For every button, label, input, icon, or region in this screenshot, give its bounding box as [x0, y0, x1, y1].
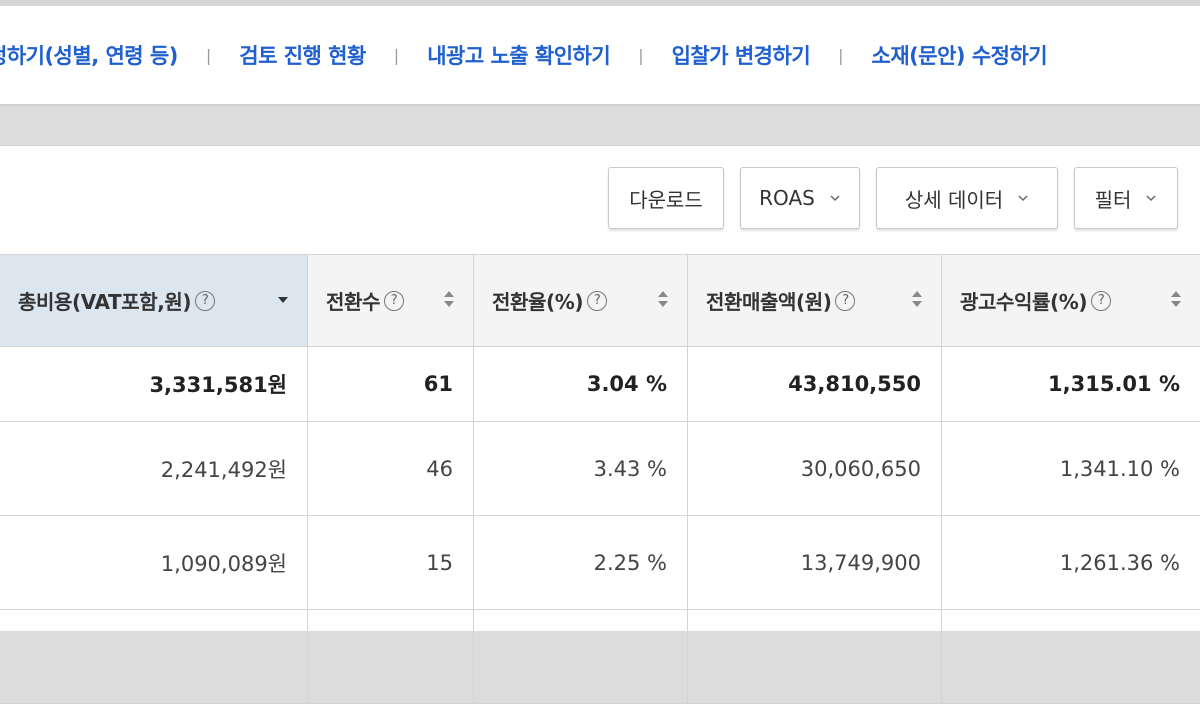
sort-desc-icon: [278, 297, 288, 303]
nav-link-edit-creative[interactable]: 소재(문안) 수정하기: [872, 40, 1048, 70]
sort-icon: [444, 291, 454, 307]
cell-total-cost: 1,090,089원: [0, 516, 308, 609]
help-icon[interactable]: ?: [587, 290, 608, 311]
filter-dropdown[interactable]: 필터: [1074, 167, 1178, 229]
detail-data-dropdown-label: 상세 데이터: [904, 187, 1004, 212]
sort-icon: [658, 291, 668, 307]
cell-empty: [0, 610, 308, 703]
filter-dropdown-label: 필터: [1094, 187, 1132, 212]
cell-conversions: 15: [308, 516, 474, 609]
header-label: 총비용(VAT포함,원): [18, 290, 192, 314]
sort-icon: [1171, 291, 1181, 307]
report-panel: 다운로드 ROAS 상세 데이터 필터 총비용(VAT포함,원) ? 전환수 ?: [0, 145, 1200, 704]
nav-link-change-bid[interactable]: 입찰가 변경하기: [672, 40, 811, 70]
header-label: 전환율(%): [492, 290, 584, 314]
nav-link-targeting[interactable]: 정하기(성별, 연령 등): [0, 40, 178, 70]
table-row: 1,090,089원 15 2.25 % 13,749,900 1,261.36…: [0, 516, 1200, 610]
detail-data-dropdown[interactable]: 상세 데이터: [876, 167, 1058, 229]
nav-separator: |: [638, 45, 644, 65]
sort-icon: [912, 291, 922, 307]
chevron-down-icon: [1018, 195, 1028, 202]
help-icon[interactable]: ?: [384, 290, 404, 311]
top-nav-bar: 정하기(성별, 연령 등) | 검토 진행 현황 | 내광고 노출 확인하기 |…: [0, 0, 1200, 106]
help-icon[interactable]: ?: [835, 290, 856, 311]
cell-roas: 1,315.01 %: [1048, 372, 1180, 396]
cell-empty: [688, 610, 942, 703]
roas-dropdown-label: ROAS: [759, 186, 815, 210]
top-nav-links: 정하기(성별, 연령 등) | 검토 진행 현황 | 내광고 노출 확인하기 |…: [0, 40, 1048, 70]
header-label: 전환수: [326, 290, 380, 314]
cell-roas: 1,341.10 %: [1059, 456, 1180, 481]
cell-conversion-rate: 3.43 %: [474, 422, 688, 515]
download-button[interactable]: 다운로드: [608, 167, 724, 229]
cell-conversion-revenue: 13,749,900: [688, 516, 942, 609]
table-header-row: 총비용(VAT포함,원) ? 전환수 ? 전환율(%) ? 전환매출액(원) ?…: [0, 254, 1200, 347]
header-label: 전환매출액(원): [706, 290, 832, 314]
header-conversion-revenue[interactable]: 전환매출액(원) ?: [688, 255, 942, 346]
header-conversion-rate[interactable]: 전환율(%) ?: [474, 255, 688, 346]
chevron-down-icon: [830, 195, 840, 202]
header-roas[interactable]: 광고수익률(%) ?: [942, 255, 1200, 346]
cell-conversion-revenue: 30,060,650: [688, 422, 942, 515]
header-total-cost[interactable]: 총비용(VAT포함,원) ?: [0, 255, 308, 346]
stats-table: 총비용(VAT포함,원) ? 전환수 ? 전환율(%) ? 전환매출액(원) ?…: [0, 254, 1200, 704]
cell-conversions: 46: [308, 422, 474, 515]
nav-link-check-exposure[interactable]: 내광고 노출 확인하기: [427, 40, 611, 70]
nav-separator: |: [838, 45, 844, 65]
nav-separator: |: [205, 45, 212, 65]
table-row: 2,241,492원 46 3.43 % 30,060,650 1,341.10…: [0, 422, 1200, 516]
nav-separator: |: [393, 45, 400, 65]
cell-conversion-revenue: 43,810,550: [688, 347, 942, 421]
cell-conversion-rate: 3.04 %: [474, 347, 688, 421]
header-label: 광고수익률(%): [960, 290, 1088, 314]
cell-empty: [474, 610, 688, 703]
chevron-down-icon: [1146, 195, 1156, 202]
cell-total-cost: 2,241,492원: [0, 422, 308, 515]
help-icon[interactable]: ?: [1091, 290, 1112, 311]
cell-empty: [308, 610, 474, 703]
nav-link-review-status[interactable]: 검토 진행 현황: [239, 40, 366, 70]
cell-empty: [942, 610, 1200, 703]
report-toolbar: 다운로드 ROAS 상세 데이터 필터: [608, 167, 1178, 229]
header-conversions[interactable]: 전환수 ?: [308, 255, 474, 346]
cell-conversion-rate: 2.25 %: [474, 516, 688, 609]
cell-roas: 1,261.36 %: [1059, 550, 1180, 575]
download-button-label: 다운로드: [629, 187, 703, 212]
roas-dropdown[interactable]: ROAS: [740, 167, 860, 229]
table-row: [0, 610, 1200, 704]
table-row-total: 3,331,581원 61 3.04 % 43,810,550 1,315.01…: [0, 347, 1200, 422]
cell-total-cost: 3,331,581원: [0, 347, 308, 421]
cell-conversions: 61: [308, 347, 474, 421]
help-icon[interactable]: ?: [195, 290, 216, 311]
